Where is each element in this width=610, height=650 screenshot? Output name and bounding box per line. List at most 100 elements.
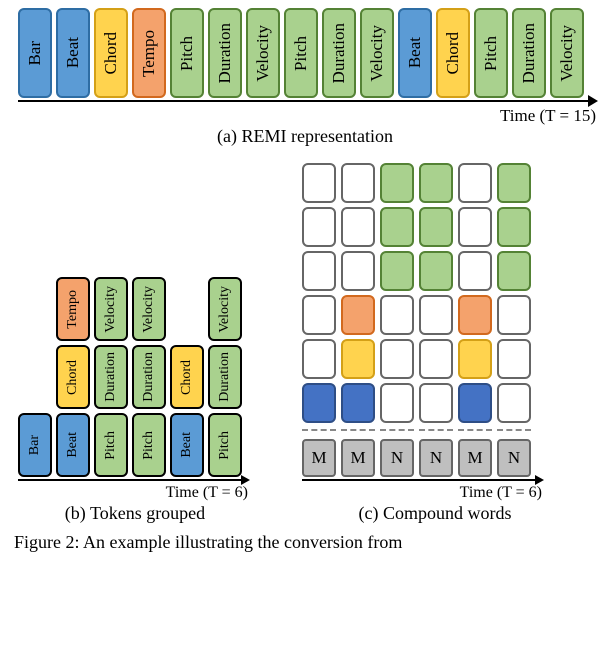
token-velocity: Velocity (208, 277, 242, 341)
cw-slot-white (497, 339, 531, 379)
token-label: Velocity (103, 286, 119, 333)
cw-slot-white (380, 295, 414, 335)
token-chord: Chord (436, 8, 470, 98)
token-label: Tempo (65, 290, 81, 329)
cw-slot-white (302, 295, 336, 335)
token-label: Beat (63, 37, 83, 68)
token-label: Velocity (217, 286, 233, 333)
cw-slot-white (302, 251, 336, 291)
panel-c-column: N (419, 163, 453, 477)
cw-family-M: M (341, 439, 375, 477)
cw-slot-white (302, 207, 336, 247)
cw-slot-white (458, 163, 492, 203)
panel-a-time-axis: Time (T = 15) (18, 100, 596, 124)
cw-slot-yellow (341, 339, 375, 379)
token-label: Tempo (139, 30, 159, 77)
token-velocity: Velocity (550, 8, 584, 98)
token-pitch: Pitch (170, 8, 204, 98)
panel-b-column: Tempo Chord Beat (56, 277, 90, 477)
token-pitch: Pitch (208, 413, 242, 477)
token-chord: Chord (94, 8, 128, 98)
token-label: Bar (25, 41, 45, 66)
token-chord: Chord (170, 345, 204, 409)
cw-slot-blue (302, 383, 336, 423)
token-duration: Duration (322, 8, 356, 98)
token-label: Duration (141, 352, 157, 402)
token-label: Pitch (103, 431, 119, 460)
cw-slot-green (419, 251, 453, 291)
cw-divider (419, 429, 453, 431)
token-chord: Chord (56, 345, 90, 409)
panel-c-column: N (497, 163, 531, 477)
token-label: Chord (179, 360, 195, 395)
token-bar: Bar (18, 8, 52, 98)
panel-a: Bar Beat Chord Tempo Pitch Duration Velocity Pi… (10, 8, 600, 147)
cw-divider (380, 429, 414, 431)
token-label: Velocity (253, 25, 273, 82)
token-label: Velocity (141, 286, 157, 333)
cw-slot-blue (341, 383, 375, 423)
token-label: Pitch (481, 36, 501, 71)
cw-slot-white (302, 339, 336, 379)
token-tempo: Tempo (56, 277, 90, 341)
cw-family-N: N (380, 439, 414, 477)
panel-c-grid: MMNNMN (290, 163, 580, 477)
panel-b-column: VelocityDurationPitch (94, 277, 128, 477)
token-pitch: Pitch (94, 413, 128, 477)
token-label: Duration (519, 23, 539, 83)
token-duration: Duration (132, 345, 166, 409)
cw-slot-white (341, 163, 375, 203)
cw-slot-white (497, 295, 531, 335)
cw-slot-green (380, 251, 414, 291)
cw-family-M: M (458, 439, 492, 477)
cw-family-M: M (302, 439, 336, 477)
cw-slot-green (380, 163, 414, 203)
panel-c-column: M (302, 163, 336, 477)
token-beat: Beat (56, 8, 90, 98)
figure-caption: Figure 2: An example illustrating the co… (10, 532, 600, 553)
panel-b-column: Chord Beat (170, 345, 204, 477)
token-label: Duration (215, 23, 235, 83)
token-label: Chord (65, 360, 81, 395)
panel-c-time-axis: Time (T = 6) (302, 479, 542, 501)
token-label: Beat (405, 37, 425, 68)
cw-slot-white (419, 339, 453, 379)
token-pitch: Pitch (132, 413, 166, 477)
cw-slot-white (458, 251, 492, 291)
panel-b: Bar Tempo Chord Beat Velocity Duration Pitch Ve… (10, 277, 260, 524)
token-label: Bar (27, 435, 43, 455)
panel-b-caption: (b) Tokens grouped (10, 503, 260, 524)
token-duration: Duration (208, 8, 242, 98)
token-label: Duration (329, 23, 349, 83)
cw-divider (497, 429, 531, 431)
panel-b-time-label: Time (T = 6) (166, 484, 248, 502)
cw-divider (302, 429, 336, 431)
token-bar: Bar (18, 413, 52, 477)
token-velocity: Velocity (132, 277, 166, 341)
cw-slot-white (341, 207, 375, 247)
panel-c-column: M (341, 163, 375, 477)
panel-c-caption: (c) Compound words (290, 503, 580, 524)
cw-family-N: N (419, 439, 453, 477)
token-beat: Beat (56, 413, 90, 477)
cw-slot-green (419, 163, 453, 203)
panel-b-column: Bar (18, 413, 52, 477)
token-velocity: Velocity (360, 8, 394, 98)
token-label: Duration (217, 352, 233, 402)
cw-slot-white (458, 207, 492, 247)
panel-b-grid: Bar Tempo Chord Beat Velocity Duration Pitch Ve… (10, 277, 260, 477)
token-label: Velocity (367, 25, 387, 82)
cw-slot-green (380, 207, 414, 247)
token-duration: Duration (512, 8, 546, 98)
token-velocity: Velocity (94, 277, 128, 341)
cw-slot-white (419, 295, 453, 335)
token-pitch: Pitch (284, 8, 318, 98)
cw-slot-white (497, 383, 531, 423)
token-beat: Beat (170, 413, 204, 477)
cw-slot-orange (458, 295, 492, 335)
panel-a-caption: (a) REMI representation (10, 126, 600, 147)
panel-b-column: Velocity Duration Pitch (132, 277, 166, 477)
token-tempo: Tempo (132, 8, 166, 98)
panel-c-time-label: Time (T = 6) (460, 484, 542, 502)
panel-a-time-label: Time (T = 15) (500, 106, 596, 126)
